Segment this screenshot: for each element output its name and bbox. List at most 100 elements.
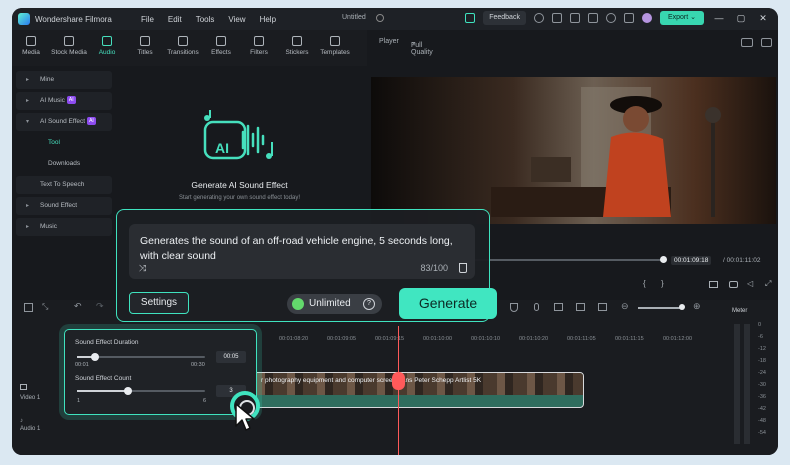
gift-icon[interactable] — [465, 13, 476, 23]
menu-tools[interactable]: Tools — [196, 15, 215, 24]
prompt-input[interactable]: Generates the sound of an off-road vehic… — [129, 224, 475, 279]
trash-icon[interactable] — [459, 263, 467, 273]
stock-media-icon — [64, 36, 74, 46]
meter-scale-tick: -30 — [758, 382, 766, 388]
titlebar-actions: Feedback Export ⌄ — ▢ ✕ — [465, 11, 770, 25]
scrubber-knob[interactable] — [660, 256, 667, 263]
sidebar-item-sound-effect[interactable]: ▸ Sound Effect — [16, 197, 112, 215]
sidebar-item-text-to-speech[interactable]: Text To Speech — [16, 176, 112, 194]
quality-select-value: Full Quality — [411, 42, 433, 56]
player-header: Player Full Quality ⌄ — [369, 34, 778, 56]
help-icon[interactable]: ? — [363, 298, 375, 310]
sidebar-item-downloads[interactable]: Downloads — [16, 155, 112, 173]
title-bar: Wondershare Filmora File Edit Tools View… — [12, 8, 778, 30]
playhead-handle[interactable] — [392, 372, 405, 390]
duration-slider[interactable] — [77, 353, 205, 361]
ai-icon[interactable] — [576, 303, 585, 311]
microphone-icon[interactable] — [534, 303, 539, 311]
count-slider[interactable] — [77, 387, 205, 395]
menu-view[interactable]: View — [228, 15, 245, 24]
generate-prompt-popup: Generates the sound of an off-road vehic… — [116, 209, 497, 322]
zoom-slider[interactable] — [638, 304, 685, 310]
volume-icon[interactable]: ◁ — [747, 279, 753, 288]
image-icon[interactable] — [761, 38, 772, 47]
duration-value-input[interactable]: 00:05 — [216, 351, 246, 363]
record-icon[interactable] — [533, 13, 544, 23]
ruler-tick: 00:01:10:00 — [423, 336, 453, 342]
clip-icon[interactable] — [554, 303, 563, 311]
video-clip[interactable]: r photography equipment and computer scr… — [242, 372, 584, 408]
monitor-icon[interactable] — [551, 13, 562, 23]
timeline-ruler[interactable]: 00:01:08:20 00:01:09:05 00:01:09:15 00:0… — [257, 336, 712, 348]
sound-effect-settings-popup: Sound Effect Duration 00:01 00:30 00:05 … — [64, 329, 257, 415]
video-track-label: Video 1 — [20, 395, 41, 401]
select-tool-icon[interactable]: ⤡ — [42, 302, 48, 312]
avatar[interactable] — [641, 13, 652, 23]
fullscreen-icon[interactable]: ⤢ — [765, 279, 771, 289]
snapshot-icon[interactable] — [729, 281, 738, 288]
sidebar-item-label: Music — [40, 223, 57, 230]
menu-help[interactable]: Help — [260, 15, 276, 24]
menu-edit[interactable]: Edit — [168, 15, 182, 24]
sidebar-item-tool[interactable]: Tool — [16, 134, 112, 152]
multiview-icon[interactable] — [598, 303, 607, 311]
sidebar-item-music[interactable]: ▸ Music — [16, 218, 112, 236]
playback-scrubber[interactable] — [469, 256, 667, 263]
settings-button[interactable]: Settings — [129, 292, 189, 314]
menu-file[interactable]: File — [141, 15, 154, 24]
maximize-icon[interactable]: ▢ — [734, 13, 748, 24]
mark-in-icon[interactable]: { — [643, 279, 646, 288]
mark-out-icon[interactable]: } — [661, 279, 664, 288]
ruler-tick: 00:01:09:05 — [327, 336, 357, 342]
zoom-in-icon[interactable]: ⊕ — [693, 301, 701, 312]
cloud-upload-icon[interactable] — [587, 13, 598, 23]
sidebar-item-ai-music[interactable]: ▸ AI Music AI — [16, 92, 112, 110]
redo-icon[interactable]: ↷ — [96, 301, 104, 312]
count-slider-knob[interactable] — [124, 387, 133, 395]
audio-track-label: Audio 1 — [20, 426, 41, 432]
support-icon[interactable] — [605, 13, 616, 23]
duration-slider-knob[interactable] — [90, 353, 99, 361]
zoom-out-icon[interactable]: ⊖ — [621, 301, 629, 312]
meter-label[interactable]: Meter — [732, 308, 747, 314]
film-icon — [20, 384, 27, 390]
video-frame-image — [371, 77, 776, 224]
meter-scale-tick: -18 — [758, 358, 766, 364]
notification-icon[interactable] — [623, 13, 634, 23]
playhead[interactable] — [392, 326, 405, 455]
minimize-icon[interactable]: — — [712, 13, 726, 23]
filmora-logo-icon — [18, 13, 30, 25]
count-slider-fill — [77, 390, 129, 392]
sidebar-item-mine[interactable]: ▸ Mine — [16, 71, 112, 89]
shuffle-icon[interactable]: ⤨ — [139, 263, 146, 274]
meter-scale-tick: -42 — [758, 406, 766, 412]
unlimited-credits-badge[interactable]: Unlimited ? — [287, 294, 382, 314]
zoom-slider-knob[interactable] — [679, 304, 685, 310]
undo-icon[interactable]: ↶ — [74, 301, 82, 312]
tab-stock-media-label: Stock Media — [51, 49, 87, 56]
ai-sound-effect-panel: AI Generate AI Sound Effect Start genera… — [112, 48, 367, 223]
audio-track-header: ♪ Audio 1 — [20, 418, 40, 432]
meter-scale-tick: -12 — [758, 346, 766, 352]
export-button[interactable]: Export ⌄ — [659, 11, 704, 25]
audio-meter: Meter 0 -6 -12 -18 -24 -30 -36 -42 -48 -… — [722, 308, 778, 455]
close-icon[interactable]: ✕ — [756, 13, 770, 24]
layout-icon[interactable] — [24, 303, 33, 312]
screenshot-compare-icon[interactable] — [741, 38, 753, 47]
titles-icon — [140, 36, 150, 46]
display-icon[interactable] — [709, 281, 718, 288]
ruler-tick: 00:01:12:00 — [663, 336, 693, 342]
sidebar-item-ai-sound-effect[interactable]: ▾ AI Sound Effect AI — [16, 113, 112, 131]
save-icon[interactable] — [569, 13, 580, 23]
duration-min: 00:01 — [75, 362, 89, 368]
templates-icon — [330, 36, 340, 46]
app-window: Wondershare Filmora File Edit Tools View… — [12, 8, 778, 455]
quality-select[interactable]: Full Quality ⌄ — [411, 38, 433, 56]
generate-button[interactable]: Generate — [399, 288, 497, 319]
shield-icon[interactable] — [510, 303, 518, 312]
tab-stock-media[interactable]: Stock Media — [50, 30, 88, 66]
ai-graphic-text: AI — [215, 140, 229, 156]
tab-media[interactable]: Media — [12, 30, 50, 66]
ai-sound-graphic-icon — [203, 110, 273, 160]
feedback-button[interactable]: Feedback — [483, 11, 526, 25]
